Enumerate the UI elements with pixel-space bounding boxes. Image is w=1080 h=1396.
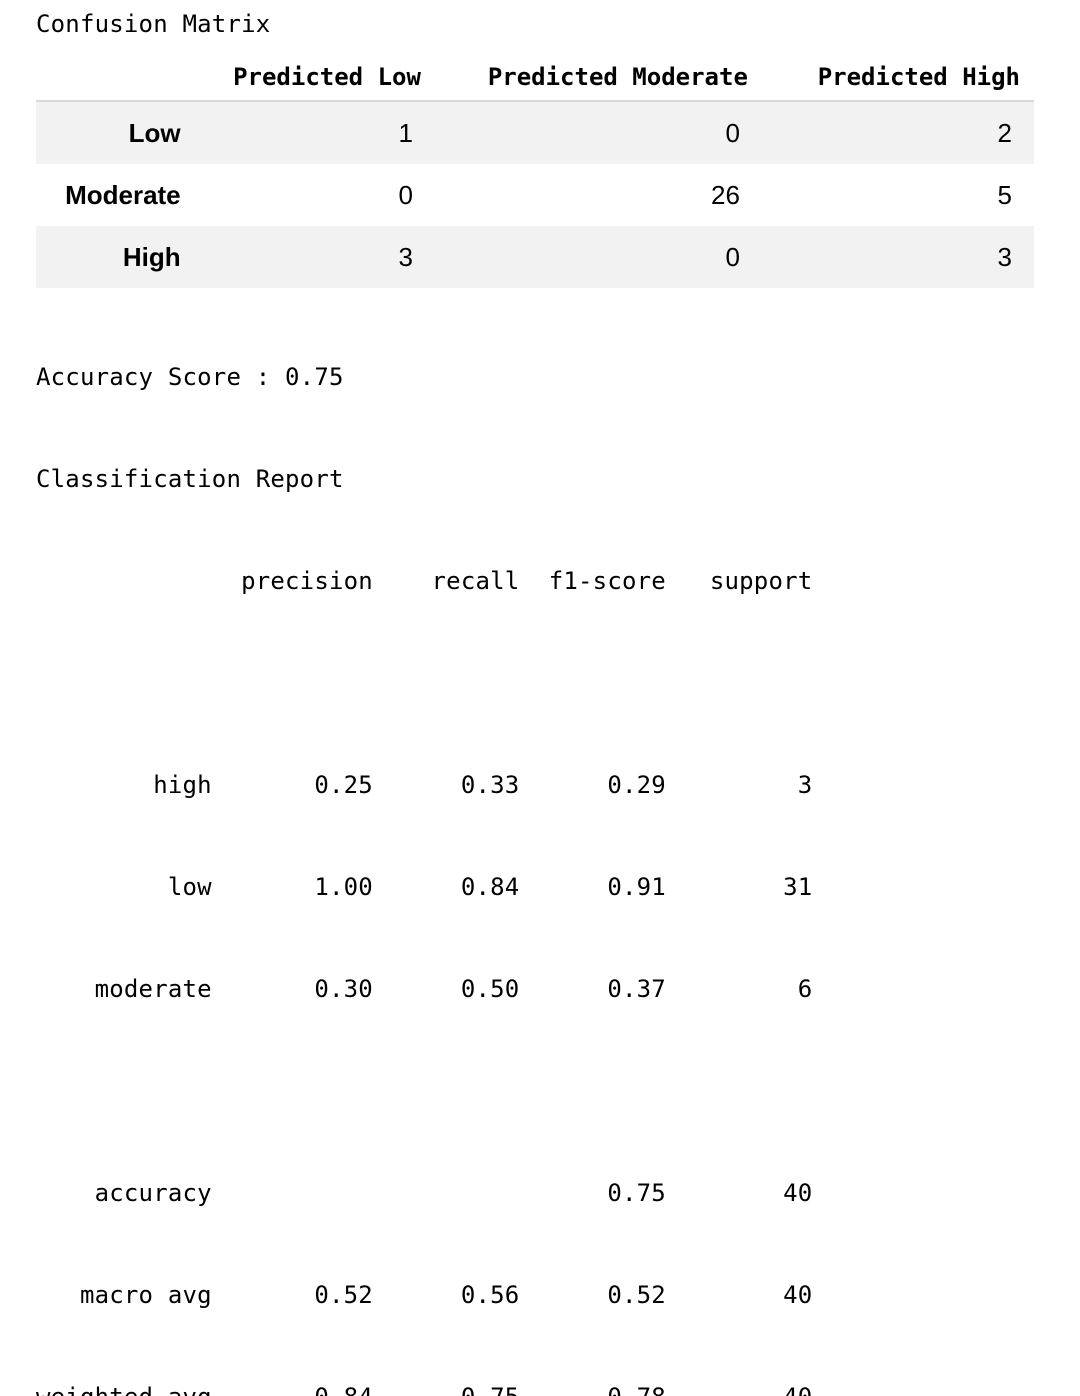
text-output: Accuracy Score : 0.75 Classification Rep… <box>36 292 812 1396</box>
row-label-moderate: Moderate <box>65 179 181 210</box>
table-cell: 2 <box>997 117 1012 148</box>
report-blank-line <box>36 1074 812 1108</box>
column-header-predicted-low: Predicted Low <box>196 54 435 102</box>
table-cell: 1 <box>398 117 413 148</box>
report-header-line: precision recall f1-score support <box>36 567 813 595</box>
table-row: High 3 0 3 <box>36 226 1034 288</box>
report-row-high: high 0.25 0.33 0.29 3 <box>36 771 813 799</box>
table-row: Moderate 0 26 5 <box>36 164 1034 226</box>
report-row-moderate: moderate 0.30 0.50 0.37 6 <box>36 975 813 1003</box>
report-row-macro-avg: macro avg 0.52 0.56 0.52 40 <box>36 1281 813 1309</box>
classification-report-title: Classification Report <box>36 465 344 493</box>
column-header-predicted-moderate: Predicted Moderate <box>434 54 762 102</box>
row-label-high: High <box>122 241 181 272</box>
report-row-low: low 1.00 0.84 0.91 31 <box>36 873 813 901</box>
accuracy-score-line: Accuracy Score : 0.75 <box>36 363 344 391</box>
table-cell: 3 <box>997 241 1012 272</box>
confusion-matrix-title: Confusion Matrix <box>36 10 271 38</box>
table-cell: 5 <box>997 179 1012 210</box>
confusion-matrix-table: Predicted Low Predicted Moderate Predict… <box>36 54 1034 288</box>
table-header-row: Predicted Low Predicted Moderate Predict… <box>36 54 1034 102</box>
corner-header <box>36 54 197 102</box>
table-cell: 26 <box>710 179 740 210</box>
report-row-accuracy: accuracy 0.75 40 <box>36 1179 813 1207</box>
table-cell: 0 <box>398 179 413 210</box>
table-row: Low 1 0 2 <box>36 101 1034 164</box>
report-row-weighted-avg: weighted avg 0.84 0.75 0.78 40 <box>36 1380 812 1396</box>
column-header-predicted-high: Predicted High <box>761 54 1034 102</box>
table-cell: 0 <box>725 117 740 148</box>
row-label-low: Low <box>128 117 181 148</box>
table-cell: 3 <box>398 241 413 272</box>
report-blank-line <box>36 666 812 700</box>
table-cell: 0 <box>725 241 740 272</box>
